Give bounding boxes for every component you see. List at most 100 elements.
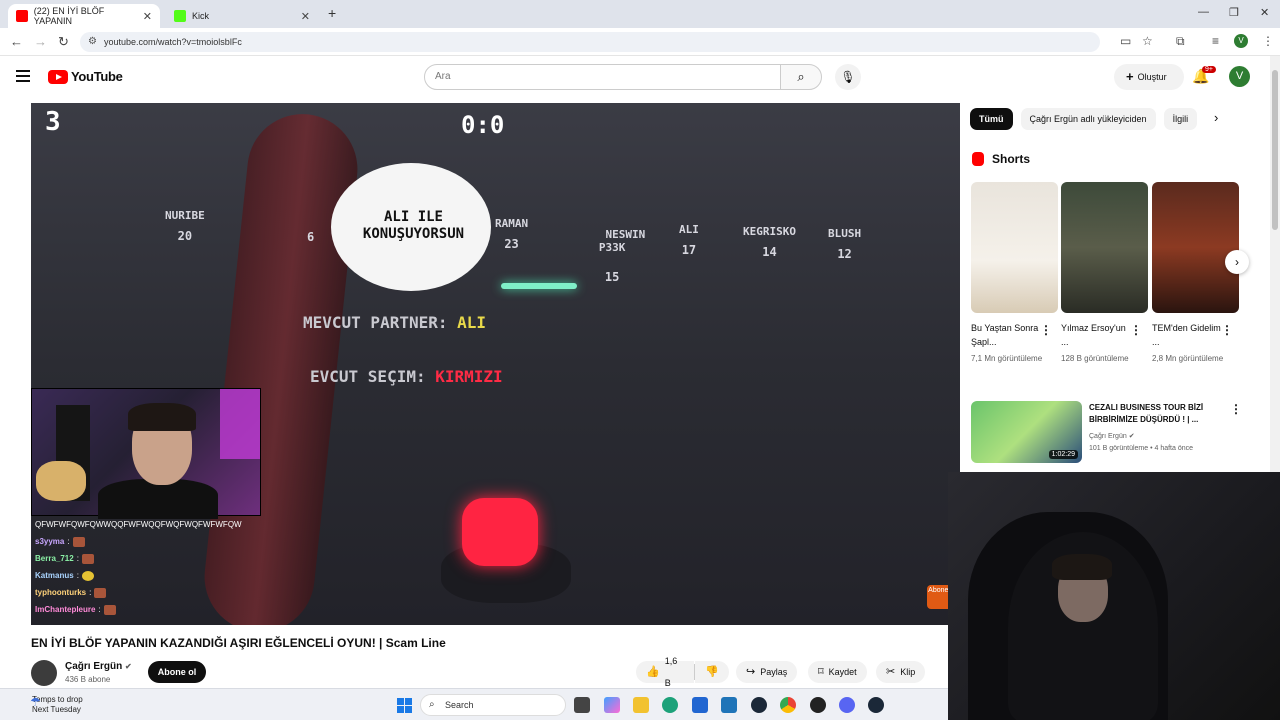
page-scrollbar[interactable] bbox=[1270, 56, 1280, 472]
weather-widget[interactable]: ☂ Temps to drop Next Tuesday bbox=[14, 695, 83, 715]
more-options-icon[interactable]: ⋮ bbox=[1040, 323, 1052, 337]
player-score-1: NURIBE 20 bbox=[165, 209, 205, 243]
channel-avatar[interactable] bbox=[31, 660, 57, 686]
chat-message: Katmanus: bbox=[31, 567, 261, 584]
shorts-next-button[interactable]: › bbox=[1225, 250, 1249, 274]
short-thumbnail[interactable] bbox=[1152, 182, 1239, 313]
channel-name[interactable]: Çağrı Ergün ✔ bbox=[65, 661, 132, 672]
back-icon[interactable]: ← bbox=[10, 34, 23, 49]
edge-icon[interactable] bbox=[662, 697, 678, 713]
close-window-icon[interactable]: ✕ bbox=[1260, 6, 1269, 19]
tab-label: (22) EN İYİ BLÖF YAPANIN bbox=[33, 6, 105, 26]
steam-icon[interactable] bbox=[751, 697, 767, 713]
share-button[interactable]: ↪ Paylaş bbox=[736, 661, 798, 683]
kick-favicon-icon bbox=[174, 10, 186, 22]
create-button[interactable]: + Oluştur bbox=[1114, 64, 1184, 90]
task-view-icon[interactable] bbox=[574, 697, 590, 713]
player-score-2: 6 bbox=[307, 223, 314, 244]
short-title[interactable]: Bu Yaştan Sonra Şapl... bbox=[971, 321, 1041, 349]
player-name: ALI bbox=[679, 223, 699, 236]
like-button[interactable]: 👍 1,6 B bbox=[636, 656, 694, 688]
short-item[interactable]: Yılmaz Ersoy'un ... 128 B görüntüleme ⋮ bbox=[1061, 182, 1148, 366]
player-score-3: RAMAN 23 bbox=[495, 217, 528, 251]
tab-label: Kick bbox=[192, 11, 210, 21]
chip-all[interactable]: Tümü bbox=[970, 108, 1013, 130]
browser-tab-bar: (22) EN İYİ BLÖF YAPANIN ✕ Kick ✕ + — ❐ … bbox=[0, 0, 1280, 28]
minimize-icon[interactable]: — bbox=[1198, 6, 1209, 18]
player-score: 23 bbox=[504, 237, 519, 251]
url-field[interactable]: ⚙ youtube.com/watch?v=tmoiolsblFc bbox=[80, 32, 1100, 52]
scrollbar-thumb[interactable] bbox=[1272, 70, 1278, 230]
tab-youtube[interactable]: (22) EN İYİ BLÖF YAPANIN ✕ bbox=[8, 4, 160, 28]
tab-kick[interactable]: Kick ✕ bbox=[166, 4, 318, 28]
copilot-icon[interactable] bbox=[604, 697, 620, 713]
channel-name-text: Çağrı Ergün bbox=[65, 661, 123, 672]
round-number: 3 bbox=[45, 107, 61, 137]
emote-icon bbox=[94, 587, 107, 598]
emote-icon bbox=[81, 553, 94, 564]
subscribe-button[interactable]: Abone ol bbox=[148, 661, 206, 683]
save-button[interactable]: ⌑ Kaydet bbox=[808, 661, 867, 683]
file-explorer-icon[interactable] bbox=[633, 697, 649, 713]
chat-user: typhoonturks bbox=[35, 588, 87, 597]
youtube-favicon-icon bbox=[16, 10, 28, 22]
chat-user: Katmanus bbox=[35, 571, 74, 580]
discord-icon[interactable] bbox=[839, 697, 855, 713]
player-score: 17 bbox=[681, 243, 697, 257]
create-label: Oluştur bbox=[1137, 72, 1167, 82]
short-title[interactable]: Yılmaz Ersoy'un ... bbox=[1061, 321, 1131, 349]
clip-button[interactable]: ✂ Klip bbox=[876, 661, 926, 683]
obs-icon[interactable] bbox=[810, 697, 826, 713]
hamburger-menu-icon[interactable] bbox=[16, 70, 30, 82]
partner-label: MEVCUT PARTNER: bbox=[303, 313, 448, 332]
taskbar-search[interactable]: ⌕ Search bbox=[420, 694, 566, 716]
short-item[interactable]: Bu Yaştan Sonra Şapl... 7,1 Mn görüntüle… bbox=[971, 182, 1058, 366]
more-options-icon[interactable]: ⋮ bbox=[1230, 402, 1242, 416]
reading-list-icon[interactable]: ≡ bbox=[1212, 34, 1219, 48]
extensions-icon[interactable]: ⧉ bbox=[1176, 34, 1185, 49]
windows-start-icon[interactable] bbox=[397, 698, 412, 713]
search-input[interactable]: Ara bbox=[424, 64, 781, 90]
short-thumbnail[interactable] bbox=[1061, 182, 1148, 313]
short-title[interactable]: TEM'den Gidelim ... bbox=[1152, 321, 1222, 349]
menu-kebab-icon[interactable]: ⋮ bbox=[1262, 34, 1274, 48]
short-thumbnail[interactable] bbox=[971, 182, 1058, 313]
chip-from-uploader[interactable]: Çağrı Ergün adlı yükleyiciden bbox=[1020, 108, 1156, 130]
more-options-icon[interactable]: ⋮ bbox=[1130, 323, 1142, 337]
forward-icon[interactable]: → bbox=[34, 34, 47, 49]
chevron-right-icon[interactable]: › bbox=[1214, 110, 1218, 125]
maximize-icon[interactable]: ❐ bbox=[1229, 6, 1239, 19]
recommended-channel[interactable]: Çağrı Ergün ✔ bbox=[1089, 432, 1135, 440]
recommended-title[interactable]: CEZALI BUSINESS TOUR BİZİ BİRBİRİMİZE DÜ… bbox=[1089, 402, 1224, 426]
steam-icon[interactable] bbox=[868, 697, 884, 713]
site-info-icon[interactable]: ⚙ bbox=[88, 32, 97, 52]
cast-icon[interactable]: ▭ bbox=[1120, 34, 1131, 48]
voice-search-button[interactable]: 🎙 bbox=[835, 64, 861, 90]
chat-message: ImChantepleure: bbox=[31, 601, 261, 618]
reload-icon[interactable]: ↻ bbox=[58, 34, 69, 50]
recommended-thumbnail[interactable]: 1:02:29 bbox=[971, 401, 1082, 463]
notification-count-badge: 9+ bbox=[1202, 66, 1216, 73]
green-light bbox=[501, 283, 577, 289]
chat-user: ImChantepleure bbox=[35, 605, 96, 614]
shorts-logo-icon bbox=[972, 152, 984, 166]
store-icon[interactable] bbox=[692, 697, 708, 713]
short-item[interactable]: TEM'den Gidelim ... 2,8 Mn görüntüleme ⋮ bbox=[1152, 182, 1239, 366]
app-icon[interactable] bbox=[721, 697, 737, 713]
more-options-icon[interactable]: ⋮ bbox=[1221, 323, 1233, 337]
filter-chips: Tümü Çağrı Ergün adlı yükleyiciden İlgil… bbox=[970, 108, 1198, 130]
youtube-logo[interactable]: YouTube bbox=[48, 69, 123, 84]
search-button[interactable]: ⌕ bbox=[780, 64, 822, 90]
close-icon[interactable]: ✕ bbox=[143, 10, 152, 23]
new-tab-button[interactable]: + bbox=[328, 5, 336, 21]
search-icon: ⌕ bbox=[429, 699, 435, 710]
account-avatar[interactable]: V bbox=[1229, 66, 1250, 87]
chrome-icon[interactable] bbox=[780, 697, 796, 713]
dislike-button[interactable]: 👎 bbox=[695, 661, 729, 683]
browser-profile-avatar[interactable]: V bbox=[1234, 34, 1248, 48]
url-text: youtube.com/watch?v=tmoiolsblFc bbox=[104, 37, 242, 47]
close-icon[interactable]: ✕ bbox=[301, 10, 310, 23]
chevron-right-icon: › bbox=[1235, 255, 1239, 269]
chip-related[interactable]: İlgili bbox=[1163, 108, 1198, 130]
bookmark-star-icon[interactable]: ☆ bbox=[1142, 34, 1153, 48]
